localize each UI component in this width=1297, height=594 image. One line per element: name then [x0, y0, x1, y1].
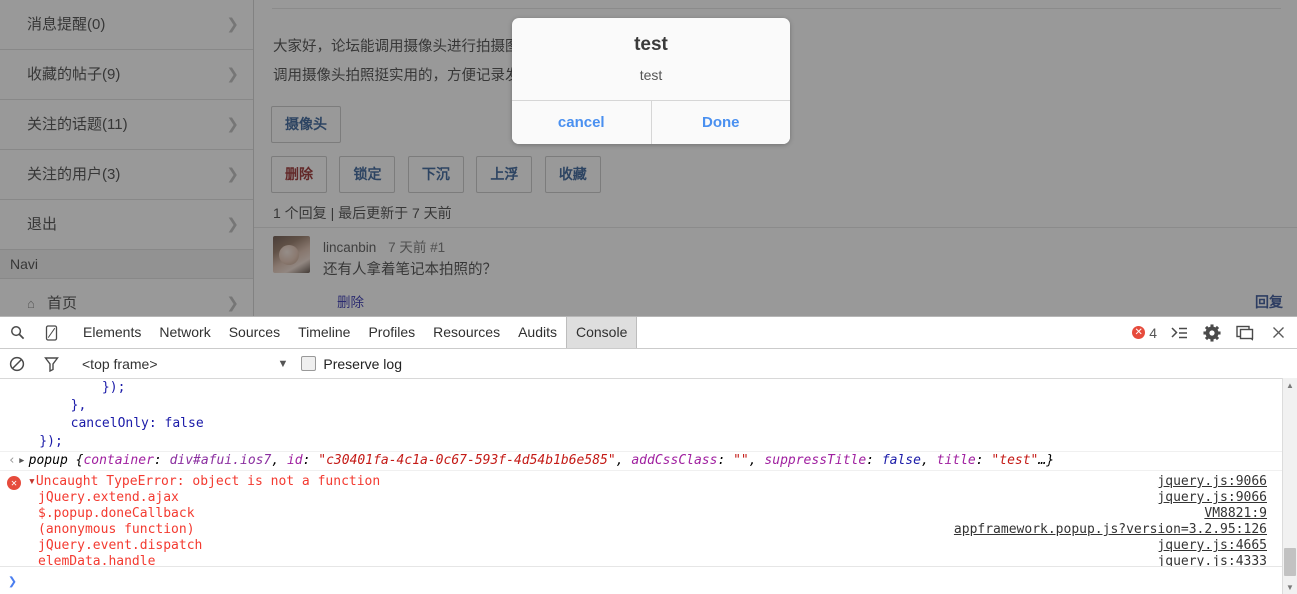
stack-frame-name: jQuery.event.dispatch: [38, 538, 203, 553]
console-code-line: });: [8, 434, 63, 449]
stack-frame-source-link[interactable]: jquery.js:4665: [1157, 538, 1267, 554]
popup-message: test: [639, 67, 663, 83]
done-button[interactable]: Done: [650, 101, 790, 144]
tab-sources[interactable]: Sources: [220, 317, 289, 348]
error-icon: ✕: [1132, 326, 1146, 339]
console-error-block: ✕ ▾Uncaught TypeError: object is not a f…: [0, 471, 1297, 575]
console-code-line: },: [8, 398, 87, 413]
stack-frame-name: $.popup.doneCallback: [38, 506, 195, 521]
stack-frame-row: $.popup.doneCallback VM8821:9: [0, 506, 1297, 522]
search-icon[interactable]: [0, 318, 34, 348]
stack-frame-name: jQuery.extend.ajax: [38, 490, 179, 505]
object-ellipsis: …}: [1038, 453, 1055, 468]
console-scrollbar[interactable]: ▲ ▼: [1282, 378, 1297, 594]
stack-frame-source-link[interactable]: jquery.js:9066: [1157, 490, 1267, 506]
tab-profiles[interactable]: Profiles: [359, 317, 424, 348]
error-source-link[interactable]: jquery.js:9066: [1157, 474, 1267, 490]
object-value: "c30401fa-4c1a-0c67-593f-4d54b1b6e585": [318, 453, 616, 468]
object-key: suppressTitle: [764, 453, 867, 468]
object-value: false: [881, 453, 921, 468]
prompt-chevron-icon: ❯: [8, 571, 18, 590]
popup-dialog: test test cancel Done: [512, 18, 790, 144]
error-title-row[interactable]: ▾Uncaught TypeError: object is not a fun…: [0, 474, 1297, 490]
console-prompt[interactable]: ❯: [0, 566, 1297, 594]
browser-screenshot: 消息提醒(0) ❯ 收藏的帖子(9) ❯ 关注的话题(11) ❯ 关注的用户(3…: [0, 0, 1297, 594]
devtools-toolbar-right: ✕ 4: [1132, 317, 1293, 348]
tab-elements[interactable]: Elements: [74, 317, 150, 348]
chevron-down-icon[interactable]: ▼: [278, 358, 289, 370]
console-drawer-icon[interactable]: [1164, 318, 1194, 348]
console-filterbar: <top frame> ▼ Preserve log: [0, 349, 1297, 379]
stack-frame-source-link[interactable]: appframework.popup.js?version=3.2.95:126: [954, 522, 1267, 538]
stack-frame-row: jQuery.extend.ajax jquery.js:9066: [0, 490, 1297, 506]
object-key: id: [286, 453, 303, 468]
preserve-log-label: Preserve log: [323, 355, 402, 372]
console-object-line[interactable]: ‹ ▸ popup {container: div#afui.ios7, id: "…: [0, 451, 1297, 471]
object-name: popup: [28, 453, 68, 468]
stack-frame-source-link[interactable]: VM8821:9: [1204, 506, 1267, 522]
preserve-log-checkbox[interactable]: [301, 356, 317, 371]
console-output: }); }, cancelOnly: false }); ‹ ▸ popup {co…: [0, 379, 1297, 594]
object-key: container: [83, 453, 154, 468]
collapse-triangle-icon[interactable]: ▾: [28, 474, 36, 489]
object-value[interactable]: div#afui.ios7: [170, 453, 272, 468]
tab-timeline[interactable]: Timeline: [289, 317, 359, 348]
webpage-region: 消息提醒(0) ❯ 收藏的帖子(9) ❯ 关注的话题(11) ❯ 关注的用户(3…: [0, 0, 1297, 316]
settings-gear-icon[interactable]: [1197, 318, 1227, 348]
device-toolbar-icon[interactable]: [34, 318, 68, 348]
cancel-button[interactable]: cancel: [512, 101, 651, 144]
dock-side-icon[interactable]: [1230, 318, 1260, 348]
devtools-panel: Elements Network Sources Timeline Profil…: [0, 316, 1297, 594]
object-value: "": [733, 453, 749, 468]
console-code-line: cancelOnly: false: [8, 416, 204, 431]
object-key: title: [936, 453, 976, 468]
error-count-label: 4: [1149, 324, 1157, 341]
popup-actions: cancel Done: [512, 100, 790, 144]
navigate-back-icon: ‹: [8, 453, 16, 468]
devtools-tabs: Elements Network Sources Timeline Profil…: [74, 317, 638, 348]
frame-selector[interactable]: <top frame>: [82, 356, 158, 372]
object-value: "test": [991, 453, 1039, 468]
console-code-line: });: [8, 380, 126, 395]
stack-frame-row: (anonymous function) appframework.popup.j…: [0, 522, 1297, 538]
stack-frame-name: (anonymous function): [38, 522, 195, 537]
tab-console[interactable]: Console: [566, 317, 638, 348]
tab-audits[interactable]: Audits: [509, 317, 566, 348]
error-count-badge[interactable]: ✕ 4: [1132, 325, 1157, 341]
error-message: Uncaught TypeError: object is not a func…: [35, 474, 381, 489]
filter-funnel-icon[interactable]: [34, 349, 68, 379]
expand-triangle-icon[interactable]: ▸: [18, 453, 26, 468]
object-key: addCssClass: [631, 453, 718, 468]
devtools-tabbar: Elements Network Sources Timeline Profil…: [0, 317, 1297, 349]
tab-resources[interactable]: Resources: [424, 317, 509, 348]
scroll-down-arrow-icon[interactable]: ▼: [1283, 580, 1297, 594]
popup-title: test: [634, 34, 668, 55]
scroll-up-arrow-icon[interactable]: ▲: [1283, 378, 1297, 392]
clear-console-icon[interactable]: [0, 349, 34, 379]
close-devtools-icon[interactable]: [1263, 318, 1293, 348]
tab-network[interactable]: Network: [150, 317, 219, 348]
stack-frame-row: jQuery.event.dispatch jquery.js:4665: [0, 538, 1297, 554]
scrollbar-thumb[interactable]: [1284, 548, 1296, 576]
